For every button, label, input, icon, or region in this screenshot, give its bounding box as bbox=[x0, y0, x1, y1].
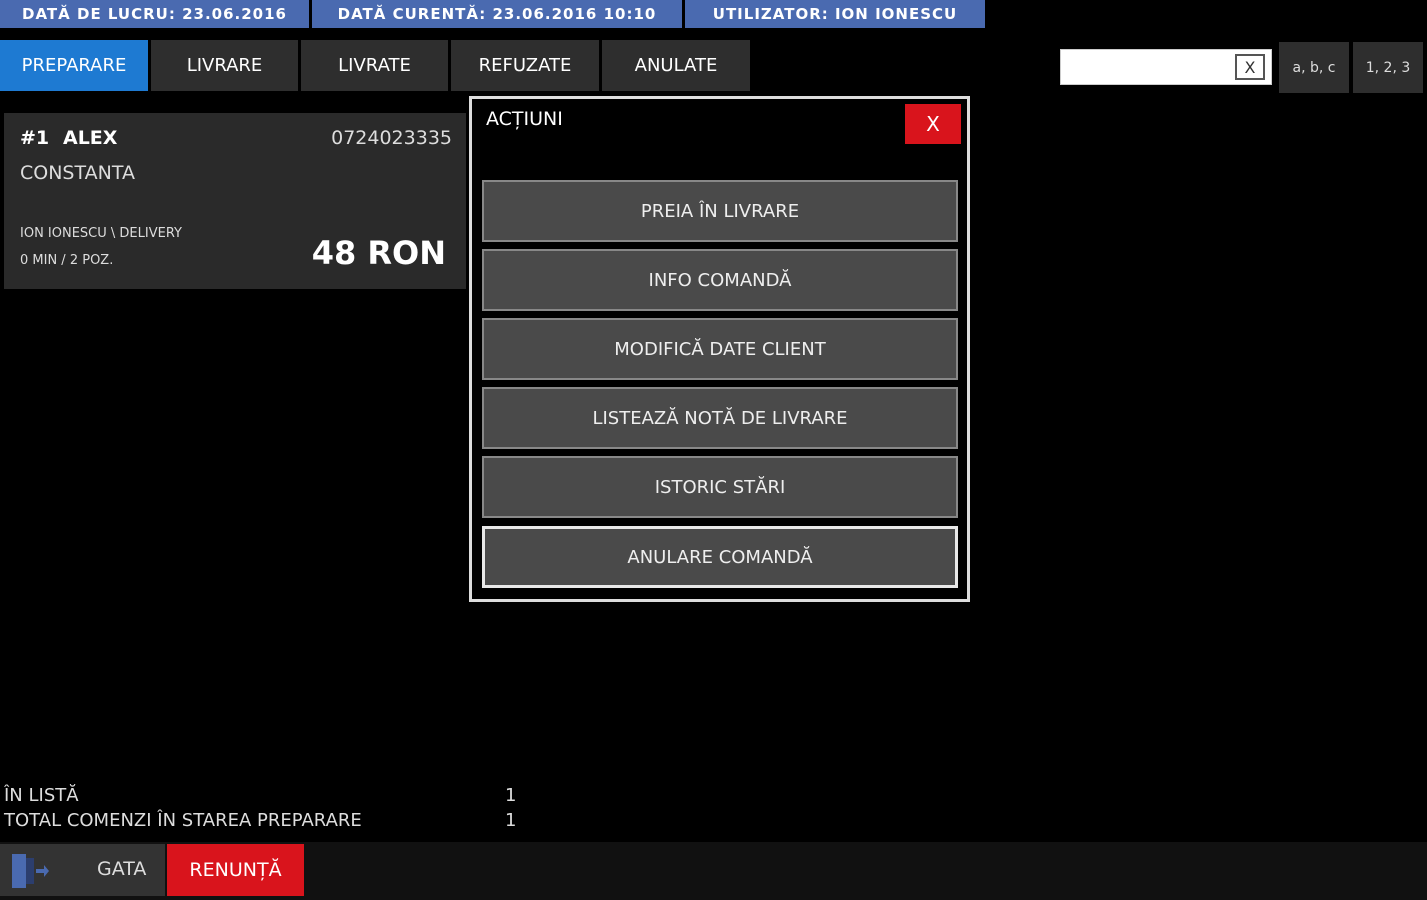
numbers-keyboard-button[interactable]: 1, 2, 3 bbox=[1353, 42, 1423, 93]
order-time-items: 0 MIN / 2 POZ. bbox=[20, 253, 114, 268]
customer-city: CONSTANTA bbox=[20, 162, 135, 184]
current-date-label: DATĂ CURENTĂ: 23.06.2016 10:10 bbox=[312, 0, 682, 28]
search-input[interactable] bbox=[1061, 50, 1243, 84]
actions-dialog: ACȚIUNI X PREIA ÎN LIVRARE INFO COMANDĂ … bbox=[469, 96, 970, 602]
total-orders-value: 1 bbox=[505, 810, 517, 831]
order-total: 48 RON bbox=[311, 234, 446, 272]
order-card[interactable]: #1 ALEX 0724023335 CONSTANTA ION IONESCU… bbox=[4, 113, 466, 289]
close-icon: X bbox=[926, 112, 940, 136]
edit-client-data-button[interactable]: MODIFICĂ DATE CLIENT bbox=[482, 318, 958, 380]
done-button[interactable]: GATA bbox=[0, 844, 165, 896]
search-clear-button[interactable]: X bbox=[1235, 54, 1265, 80]
letters-keyboard-button[interactable]: a, b, c bbox=[1279, 42, 1349, 93]
customer-name: ALEX bbox=[63, 127, 118, 149]
tab-preparare[interactable]: PREPARARE bbox=[0, 40, 148, 91]
order-info-button[interactable]: INFO COMANDĂ bbox=[482, 249, 958, 311]
take-to-delivery-button[interactable]: PREIA ÎN LIVRARE bbox=[482, 180, 958, 242]
dialog-title: ACȚIUNI bbox=[486, 108, 563, 130]
exit-door-icon bbox=[12, 854, 49, 888]
in-list-value: 1 bbox=[505, 785, 517, 806]
search-box: X bbox=[1060, 49, 1272, 85]
tab-anulate[interactable]: ANULATE bbox=[602, 40, 750, 91]
done-label: GATA bbox=[97, 858, 147, 880]
order-operator: ION IONESCU \ DELIVERY bbox=[20, 226, 182, 241]
order-number: #1 bbox=[20, 127, 50, 149]
tab-livrare[interactable]: LIVRARE bbox=[151, 40, 298, 91]
tab-refuzate[interactable]: REFUZATE bbox=[451, 40, 599, 91]
user-label: UTILIZATOR: ION IONESCU bbox=[685, 0, 985, 28]
print-delivery-note-button[interactable]: LISTEAZĂ NOTĂ DE LIVRARE bbox=[482, 387, 958, 449]
total-orders-label: TOTAL COMENZI ÎN STAREA PREPARARE bbox=[4, 810, 362, 831]
in-list-label: ÎN LISTĂ bbox=[4, 785, 79, 806]
cancel-button[interactable]: RENUNȚĂ bbox=[167, 844, 304, 896]
cancel-order-button[interactable]: ANULARE COMANDĂ bbox=[482, 526, 958, 588]
tab-livrate[interactable]: LIVRATE bbox=[301, 40, 448, 91]
work-date-label: DATĂ DE LUCRU: 23.06.2016 bbox=[0, 0, 309, 28]
customer-phone: 0724023335 bbox=[331, 127, 452, 149]
status-history-button[interactable]: ISTORIC STĂRI bbox=[482, 456, 958, 518]
close-button[interactable]: X bbox=[905, 104, 961, 144]
